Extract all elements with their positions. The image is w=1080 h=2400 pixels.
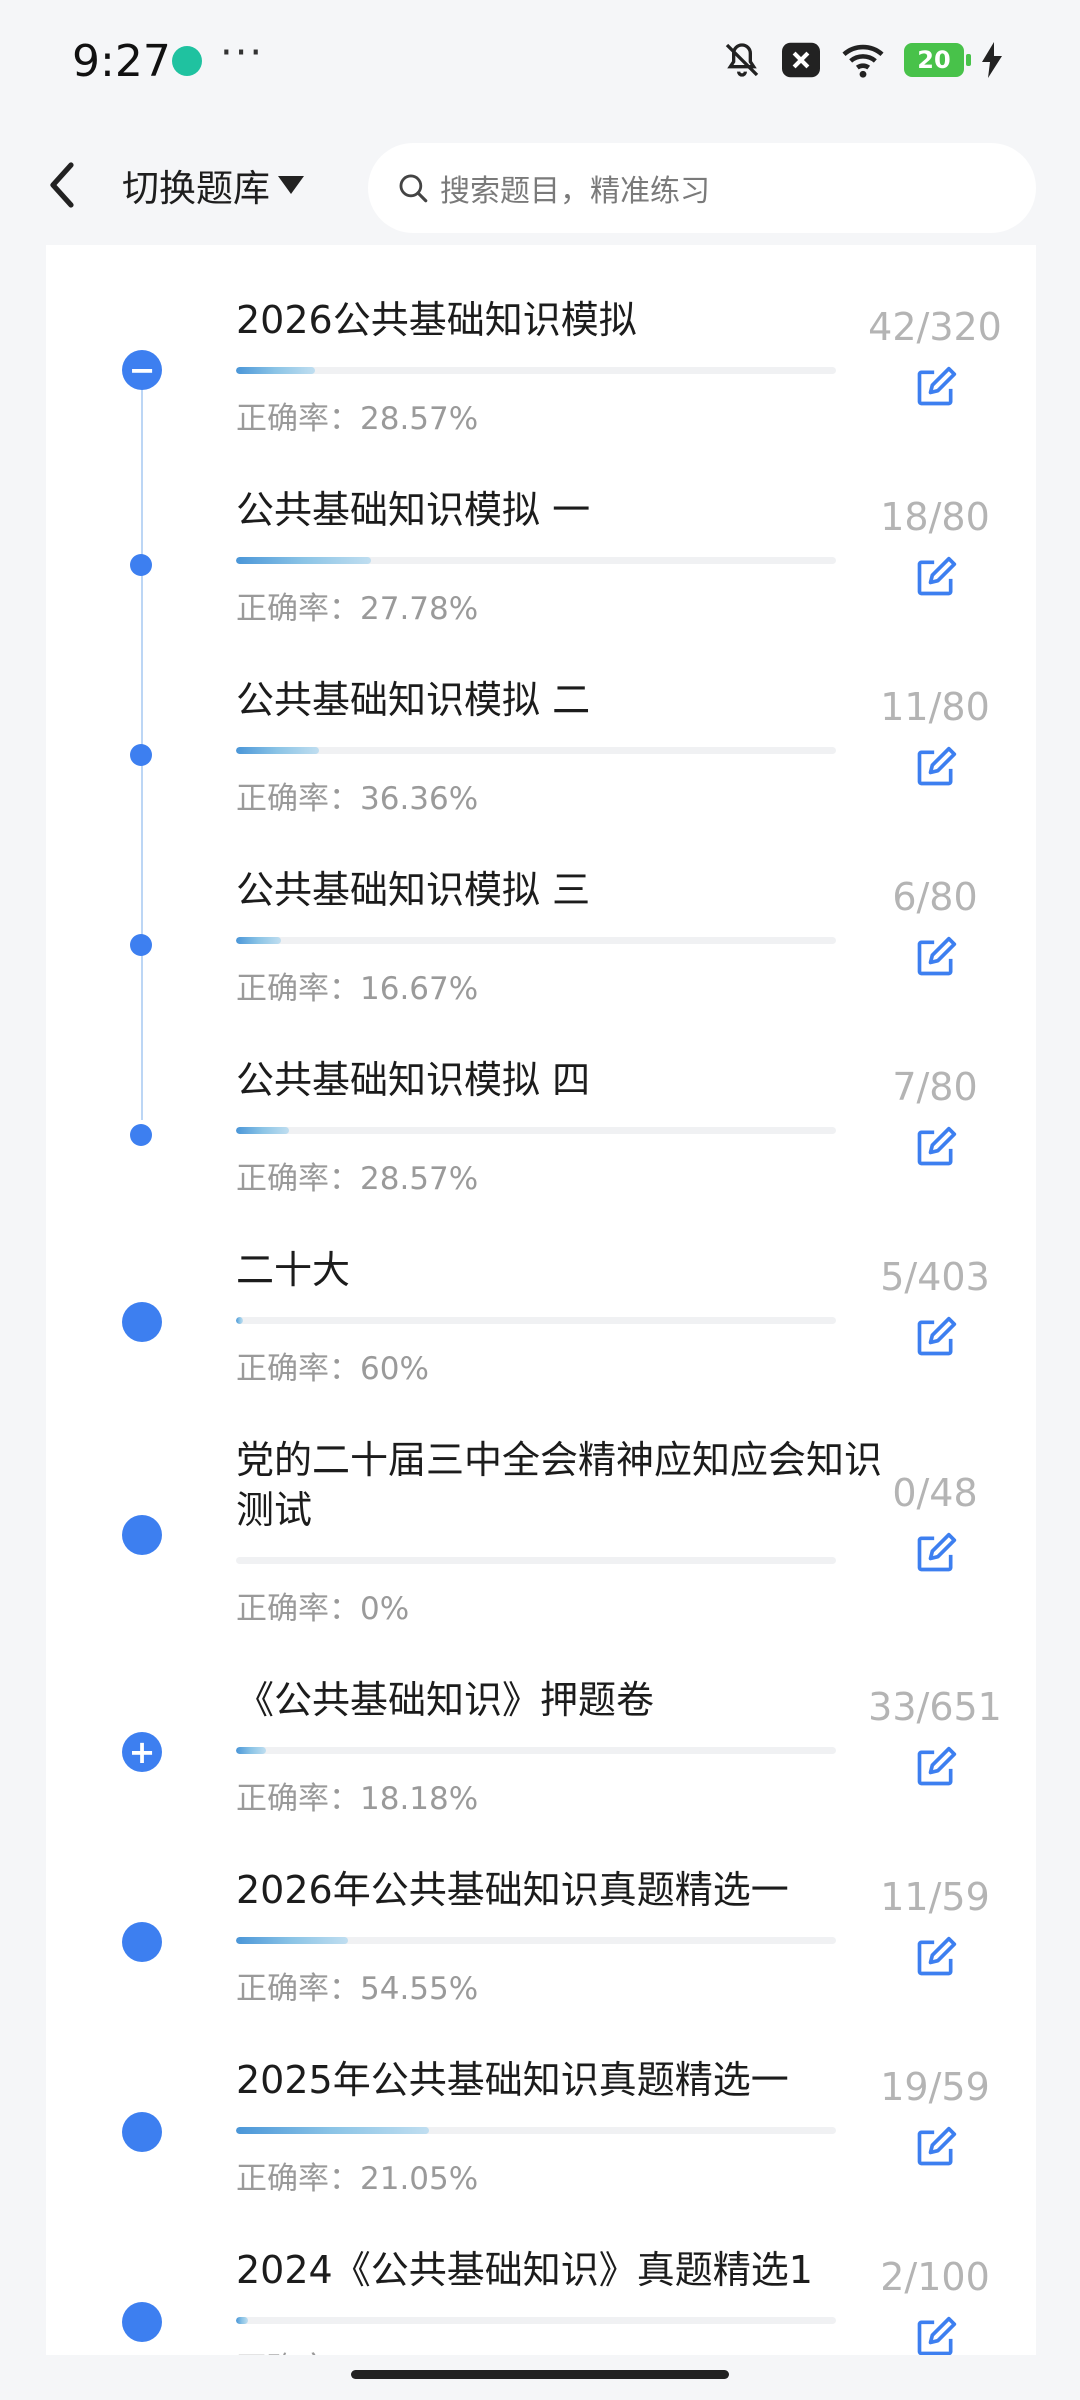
item-count: 0/48 <box>892 1471 978 1515</box>
edit-icon[interactable] <box>914 745 958 789</box>
item-accuracy: 正确率：28.57% <box>236 1161 479 1197</box>
edit-icon[interactable] <box>914 2125 958 2169</box>
close-box-icon <box>782 42 820 78</box>
progress-fill <box>236 2317 248 2324</box>
item-title: 2025年公共基础知识真题精选一 <box>236 2058 789 2102</box>
progress-bar <box>236 937 836 944</box>
app-notification-icon <box>172 46 202 76</box>
item-count: 11/80 <box>880 685 990 729</box>
edit-icon[interactable] <box>914 1125 958 1169</box>
edit-icon[interactable] <box>914 935 958 979</box>
item-count: 7/80 <box>892 1065 978 1109</box>
item-count: 33/651 <box>868 1685 1002 1729</box>
progress-bar <box>236 747 836 754</box>
progress-bar <box>236 1127 836 1134</box>
item-title: 公共基础知识模拟 三 <box>236 868 591 912</box>
progress-fill <box>236 1317 244 1324</box>
edit-icon[interactable] <box>914 365 958 409</box>
progress-fill <box>236 2127 430 2134</box>
wifi-icon <box>842 44 884 78</box>
item-accuracy: 正确率：28.57% <box>236 401 479 437</box>
edit-icon[interactable] <box>914 1935 958 1979</box>
progress-fill <box>236 1127 289 1134</box>
timeline-dot <box>122 1515 162 1555</box>
item-title: 《公共基础知识》押题卷 <box>236 1678 655 1722</box>
progress-fill <box>236 1937 348 1944</box>
item-title: 2026公共基础知识模拟 <box>236 298 637 342</box>
progress-fill <box>236 1747 266 1754</box>
search-icon <box>396 169 434 207</box>
item-count: 2/100 <box>880 2255 990 2299</box>
clock: 9:27 <box>72 36 171 87</box>
collapse-icon[interactable]: − <box>122 350 162 390</box>
item-accuracy: 正确率：54.55% <box>236 1971 479 2007</box>
progress-bar <box>236 557 836 564</box>
switch-question-bank-label: 切换题库 <box>122 167 270 210</box>
status-bar: 9:27 ··· 20 <box>0 0 1080 125</box>
progress-bar <box>236 2127 836 2134</box>
item-title: 公共基础知识模拟 一 <box>236 488 591 532</box>
item-title: 党的二十届三中全会精神应知应会知识测试 <box>236 1438 883 1532</box>
timeline-dot <box>122 2112 162 2152</box>
timeline-dot <box>122 2302 162 2342</box>
progress-bar <box>236 367 836 374</box>
mute-bell-icon <box>725 43 759 77</box>
item-title: 公共基础知识模拟 二 <box>236 678 591 722</box>
timeline-dot <box>122 1302 162 1342</box>
expand-icon[interactable]: + <box>122 1732 162 1772</box>
progress-bar <box>236 1747 836 1754</box>
question-bank-list: − 2026公共基础知识模拟 正确率：28.57% 42/320 公共基础知识模… <box>46 245 1036 2355</box>
progress-bar <box>236 1557 836 1564</box>
search-placeholder: 搜索题目，精准练习 <box>440 174 710 209</box>
item-accuracy: 正确率：27.78% <box>236 591 479 627</box>
progress-fill <box>236 747 319 754</box>
progress-fill <box>236 557 371 564</box>
item-count: 19/59 <box>880 2065 990 2109</box>
item-accuracy: 正确率：60% <box>236 1351 429 1387</box>
edit-icon[interactable] <box>914 2315 958 2355</box>
item-accuracy: 正确率： <box>236 2343 360 2355</box>
search-input[interactable]: 搜索题目，精准练习 <box>368 143 1036 233</box>
back-arrow-icon[interactable] <box>38 157 86 213</box>
top-nav: 切换题库 搜索题目，精准练习 <box>0 125 1080 245</box>
edit-icon[interactable] <box>914 1315 958 1359</box>
item-title: 2024《公共基础知识》真题精选1 <box>236 2248 813 2292</box>
progress-fill <box>236 937 281 944</box>
edit-icon[interactable] <box>914 555 958 599</box>
switch-question-bank-button[interactable]: 切换题库 <box>122 157 304 213</box>
system-icons: 20 <box>722 40 1002 80</box>
caret-down-icon <box>278 176 304 194</box>
item-count: 42/320 <box>868 305 1002 349</box>
progress-bar <box>236 1937 836 1944</box>
edit-icon[interactable] <box>914 1531 958 1575</box>
item-title: 公共基础知识模拟 四 <box>236 1058 591 1102</box>
edit-icon[interactable] <box>914 1745 958 1789</box>
item-title: 二十大 <box>236 1248 351 1292</box>
item-count: 6/80 <box>892 875 978 919</box>
item-count: 11/59 <box>880 1875 990 1919</box>
timeline-dot <box>130 554 152 576</box>
item-accuracy: 正确率：21.05% <box>236 2161 479 2197</box>
more-notifications-icon: ··· <box>220 30 265 76</box>
progress-fill <box>236 367 315 374</box>
item-title: 2026年公共基础知识真题精选一 <box>236 1868 789 1912</box>
progress-bar <box>236 1317 836 1324</box>
charging-bolt-icon <box>982 42 1002 78</box>
battery-level: 20 <box>917 46 951 74</box>
item-count: 5/403 <box>880 1255 990 1299</box>
battery-icon: 20 <box>904 43 971 77</box>
timeline-dot <box>130 934 152 956</box>
home-indicator[interactable] <box>351 2370 729 2379</box>
timeline-dot <box>122 1922 162 1962</box>
item-count: 18/80 <box>880 495 990 539</box>
item-accuracy: 正确率：18.18% <box>236 1781 479 1817</box>
item-accuracy: 正确率：36.36% <box>236 781 479 817</box>
progress-bar <box>236 2317 836 2324</box>
timeline-dot <box>130 744 152 766</box>
item-accuracy: 正确率：16.67% <box>236 971 479 1007</box>
item-accuracy: 正确率：0% <box>236 1591 410 1627</box>
timeline-dot <box>130 1124 152 1146</box>
